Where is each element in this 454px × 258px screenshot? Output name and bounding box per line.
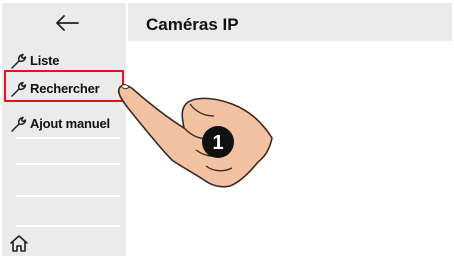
- pointing-hand-icon: 1: [117, 84, 273, 188]
- camera-settings-screen: Liste Rechercher Ajout manuel Caméras IP: [0, 0, 454, 258]
- step-number: 1: [212, 132, 223, 154]
